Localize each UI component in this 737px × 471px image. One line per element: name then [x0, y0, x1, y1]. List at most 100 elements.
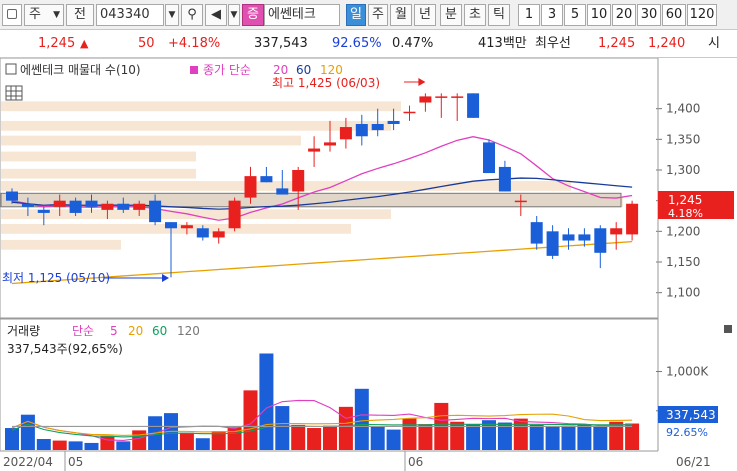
candle-body: [53, 200, 66, 207]
volume-bar: [20, 414, 35, 450]
amount-value: 413백만: [478, 36, 527, 51]
candle-body: [610, 228, 623, 235]
speaker-icon[interactable]: ◀: [205, 4, 227, 26]
volume-profile-band: [1, 168, 196, 179]
date-label-06: 06: [408, 455, 423, 469]
code-input[interactable]: 043340: [96, 4, 164, 26]
interval-60-button[interactable]: 60: [662, 4, 686, 26]
change-pct: +4.18%: [168, 36, 221, 51]
period-tab-minute[interactable]: 분: [440, 4, 462, 26]
candle-body: [133, 203, 146, 210]
volume-bar: [52, 440, 67, 450]
high-annotation: 최고 1,425 (06/03): [272, 76, 380, 90]
market-label: 주: [29, 7, 41, 22]
period-tab-tick[interactable]: 틱: [488, 4, 510, 26]
code-dropdown-button[interactable]: ▼: [165, 4, 179, 26]
volume-tag-value: 337,543: [666, 408, 716, 422]
candle-body: [37, 209, 50, 213]
candle-body: [196, 228, 209, 238]
current-pct-tag-value: 4.18%: [668, 207, 703, 220]
legend-color-swatch: [190, 66, 198, 74]
candle-body: [165, 222, 177, 229]
period-tab-second[interactable]: 초: [464, 4, 486, 26]
candle-body: [419, 96, 432, 103]
menu-dropdown-button[interactable]: ▼: [228, 4, 240, 26]
market-select[interactable]: 주 ▼: [24, 4, 64, 26]
candle-body: [149, 200, 162, 223]
candle-body: [339, 127, 352, 140]
chevron-down-icon: ▼: [53, 10, 60, 20]
volume-profile-band: [1, 135, 301, 146]
interval-20-button[interactable]: 20: [612, 4, 636, 26]
volume-bar: [338, 406, 353, 450]
candle-body: [212, 231, 225, 238]
date-axis: 2022/04 05 06 06/21: [0, 450, 737, 471]
volume-bar: [513, 418, 528, 450]
indicator-button[interactable]: 증: [242, 4, 264, 26]
volume-bar: [132, 430, 147, 450]
volume-profile-band: [1, 151, 196, 162]
candle-body: [101, 203, 114, 210]
market-icon[interactable]: [2, 4, 22, 26]
volume-profile-band: [1, 239, 121, 250]
volume-panel-title: 거래량: [7, 324, 40, 338]
chart-area: 1,4001,3501,3001,2501,2001,1501,100 1,00…: [0, 58, 737, 471]
volume-profile-band: [1, 120, 391, 131]
candle-body: [403, 111, 416, 114]
volume-bar: [195, 438, 210, 450]
interval-1-button[interactable]: 1: [518, 4, 540, 26]
candle-body: [451, 96, 464, 98]
search-icon[interactable]: ⚲: [181, 4, 203, 26]
candle-body: [498, 166, 511, 192]
volume-ma20-label: 20: [128, 324, 143, 338]
volume-value: 337,543: [254, 36, 308, 51]
volume-bar: [84, 442, 99, 450]
checkbox-icon[interactable]: [5, 63, 17, 75]
volume-bar: [418, 424, 433, 450]
type-select[interactable]: 전: [66, 4, 94, 26]
volume-bar: [179, 432, 194, 450]
candle-body: [483, 142, 495, 174]
period-tab-day[interactable]: 일: [346, 4, 366, 26]
candle-body: [514, 200, 527, 203]
period-tab-month[interactable]: 월: [390, 4, 412, 26]
volume-ma120-label: 120: [177, 324, 200, 338]
candle-body: [467, 93, 480, 118]
interval-30-button[interactable]: 30: [637, 4, 661, 26]
volume-panel-toggle-icon[interactable]: [724, 325, 732, 333]
interval-3-button[interactable]: 3: [541, 4, 563, 26]
period-tab-year[interactable]: 년: [414, 4, 436, 26]
volume-bar: [259, 353, 274, 450]
volume-bar: [36, 439, 51, 450]
best-bid-value: 1,240: [648, 36, 686, 51]
ma20-label: 20: [273, 63, 288, 77]
price-panel-title: 에쎈테크 매물대 수(10): [20, 63, 141, 77]
volume-bar: [577, 424, 592, 450]
grid-table-icon[interactable]: [5, 85, 23, 101]
volume-ma-label: 단순: [72, 324, 94, 338]
candle-body: [117, 203, 130, 210]
candle-body: [530, 222, 543, 244]
candle-body: [355, 124, 368, 137]
interval-10-button[interactable]: 10: [587, 4, 611, 26]
volume-bar: [323, 425, 337, 450]
interval-120-button[interactable]: 120: [687, 4, 717, 26]
volume-bar: [5, 428, 19, 450]
current-price-tag-value: 1,245: [668, 193, 702, 207]
period-tab-week[interactable]: 주: [368, 4, 388, 26]
volume-bar: [545, 426, 560, 450]
volume-profile-band: [1, 101, 401, 112]
date-label-05: 05: [68, 455, 83, 469]
stock-name-field[interactable]: 에쎈테크: [264, 4, 340, 26]
current-volume-text: 337,543주(92,65%): [7, 342, 123, 356]
candle-body: [6, 191, 18, 201]
candle-body: [180, 225, 193, 229]
date-label-06-21: 06/21: [676, 455, 711, 469]
market-label: 시: [708, 36, 720, 51]
current-price-tag: 1,245 4.18%: [658, 191, 734, 220]
ma60-label: 60: [296, 63, 311, 77]
interval-5-button[interactable]: 5: [564, 4, 586, 26]
candle-body: [546, 231, 559, 256]
change-value: 50: [138, 36, 155, 51]
ma120-label: 120: [320, 63, 343, 77]
